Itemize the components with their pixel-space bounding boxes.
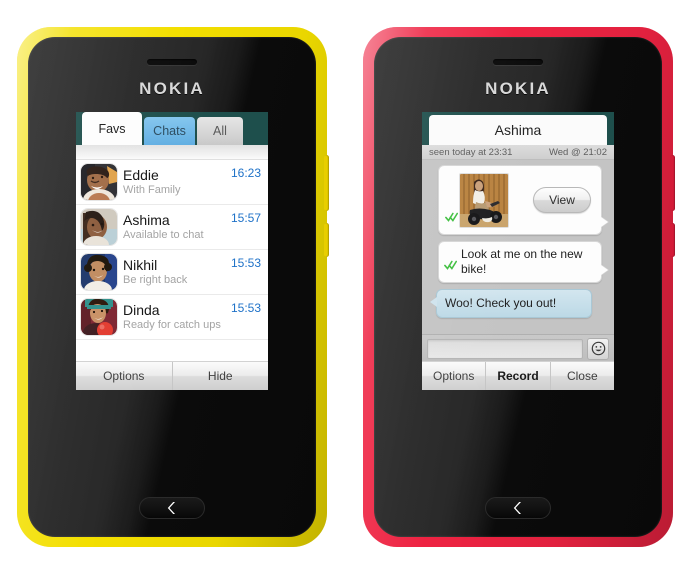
list-item[interactable]: Dinda Ready for catch ups 15:53: [76, 295, 268, 340]
contact-info: Dinda Ready for catch ups: [123, 301, 227, 332]
contact-name: Dinda: [123, 301, 160, 318]
record-button[interactable]: Record: [486, 362, 551, 390]
media-row: View: [439, 166, 601, 234]
seen-status: seen today at 23:31: [429, 146, 513, 158]
earpiece-slot: [493, 59, 543, 65]
nokia-wordmark: NOKIA: [139, 79, 205, 98]
text-row: Look at me on the new bike!: [439, 242, 601, 282]
message-text: Look at me on the new bike!: [461, 247, 583, 276]
back-button[interactable]: [139, 497, 205, 519]
avatar-ashima: [81, 209, 117, 245]
contact-time: 16:23: [230, 166, 261, 180]
options-label: Options: [103, 369, 145, 383]
avatar-nikhil: [81, 254, 117, 290]
options-button[interactable]: Options: [422, 362, 487, 390]
tab-chats-label: Chats: [153, 124, 186, 138]
smiley-icon[interactable]: [587, 337, 609, 360]
contact-name: Nikhil: [123, 256, 158, 273]
contact-name: Ashima: [123, 211, 170, 228]
message-list[interactable]: View Look at me on the new bike! Woo! Ch…: [422, 160, 614, 362]
screenshot-stage: NOKIA Favs Chats All Eddie With Family 1…: [0, 0, 690, 575]
close-button[interactable]: Close: [551, 362, 614, 390]
contact-status: Available to chat: [123, 228, 204, 241]
view-button[interactable]: View: [533, 187, 591, 213]
earpiece-slot: [147, 59, 197, 65]
back-button[interactable]: [485, 497, 551, 519]
contact-status: Ready for catch ups: [123, 318, 221, 331]
contact-list[interactable]: Eddie With Family 16:23 Ashima Available…: [76, 145, 268, 390]
chat-timestamp: Wed @ 21:02: [548, 146, 607, 158]
contact-info: Nikhil Be right back: [123, 256, 227, 287]
contact-info: Ashima Available to chat: [123, 211, 227, 242]
contact-name: Eddie: [123, 166, 159, 183]
message-bubble-incoming[interactable]: Woo! Check you out!: [430, 289, 592, 318]
tab-all-label: All: [213, 124, 227, 138]
options-label: Options: [432, 369, 475, 383]
soft-key-bar: Options Record Close: [422, 361, 614, 390]
soft-key-bar: Options Hide: [76, 361, 268, 390]
tab-chats[interactable]: Chats: [144, 117, 195, 145]
list-item[interactable]: Eddie With Family 16:23: [76, 160, 268, 205]
options-button[interactable]: Options: [76, 362, 173, 390]
message-bubble-media[interactable]: View: [438, 165, 602, 235]
chat-title: Ashima: [494, 122, 542, 138]
phone-right: NOKIA Ashima seen today at 23:31 Wed @ 2…: [363, 27, 675, 547]
contact-time: 15:57: [230, 211, 261, 225]
tab-all[interactable]: All: [197, 117, 243, 145]
text-row: Woo! Check you out!: [437, 290, 591, 317]
close-label: Close: [566, 369, 598, 383]
tab-favs-label: Favs: [98, 121, 126, 136]
list-item[interactable]: Nikhil Be right back 15:53: [76, 250, 268, 295]
volume-rocker[interactable]: [324, 155, 329, 211]
message-composer: [422, 334, 614, 362]
record-label: Record: [497, 369, 539, 383]
chat-title-tab[interactable]: Ashima: [429, 115, 607, 145]
contact-time: 15:53: [230, 256, 261, 270]
tab-strip: Favs Chats All: [76, 112, 268, 145]
message-text: Woo! Check you out!: [445, 296, 557, 310]
power-key[interactable]: [670, 223, 675, 257]
message-input[interactable]: [427, 338, 583, 359]
delivery-ticks-icon: [445, 209, 459, 227]
list-top-shade: [76, 145, 268, 160]
hide-button[interactable]: Hide: [173, 362, 269, 390]
contact-status: Be right back: [123, 273, 188, 286]
nokia-wordmark: NOKIA: [485, 79, 551, 98]
delivery-ticks-icon: [444, 257, 458, 275]
message-bubble-outgoing[interactable]: Look at me on the new bike!: [438, 241, 602, 283]
photo-woman-on-motorbike[interactable]: [460, 173, 508, 227]
contact-status: With Family: [123, 183, 181, 196]
contact-time: 15:53: [230, 301, 261, 315]
chat-header: Ashima: [422, 112, 614, 145]
contact-info: Eddie With Family: [123, 166, 227, 197]
volume-rocker[interactable]: [670, 155, 675, 211]
chevron-left-icon: [167, 502, 175, 514]
power-key[interactable]: [324, 223, 329, 257]
list-item[interactable]: Ashima Available to chat 15:57: [76, 205, 268, 250]
phone-left: NOKIA Favs Chats All Eddie With Family 1…: [17, 27, 329, 547]
avatar-eddie: [81, 164, 117, 200]
hide-label: Hide: [207, 369, 233, 383]
contacts-screen: Favs Chats All Eddie With Family 16:23 A…: [76, 112, 268, 390]
tab-favs[interactable]: Favs: [82, 112, 142, 145]
chat-screen: Ashima seen today at 23:31 Wed @ 21:02 V…: [422, 112, 614, 390]
avatar-dinda: [81, 299, 117, 335]
chevron-left-icon: [513, 502, 521, 514]
chat-status-bar: seen today at 23:31 Wed @ 21:02: [422, 145, 614, 160]
phone-left-front: NOKIA Favs Chats All Eddie With Family 1…: [28, 37, 316, 537]
view-label: View: [549, 193, 575, 207]
phone-right-front: NOKIA Ashima seen today at 23:31 Wed @ 2…: [374, 37, 662, 537]
